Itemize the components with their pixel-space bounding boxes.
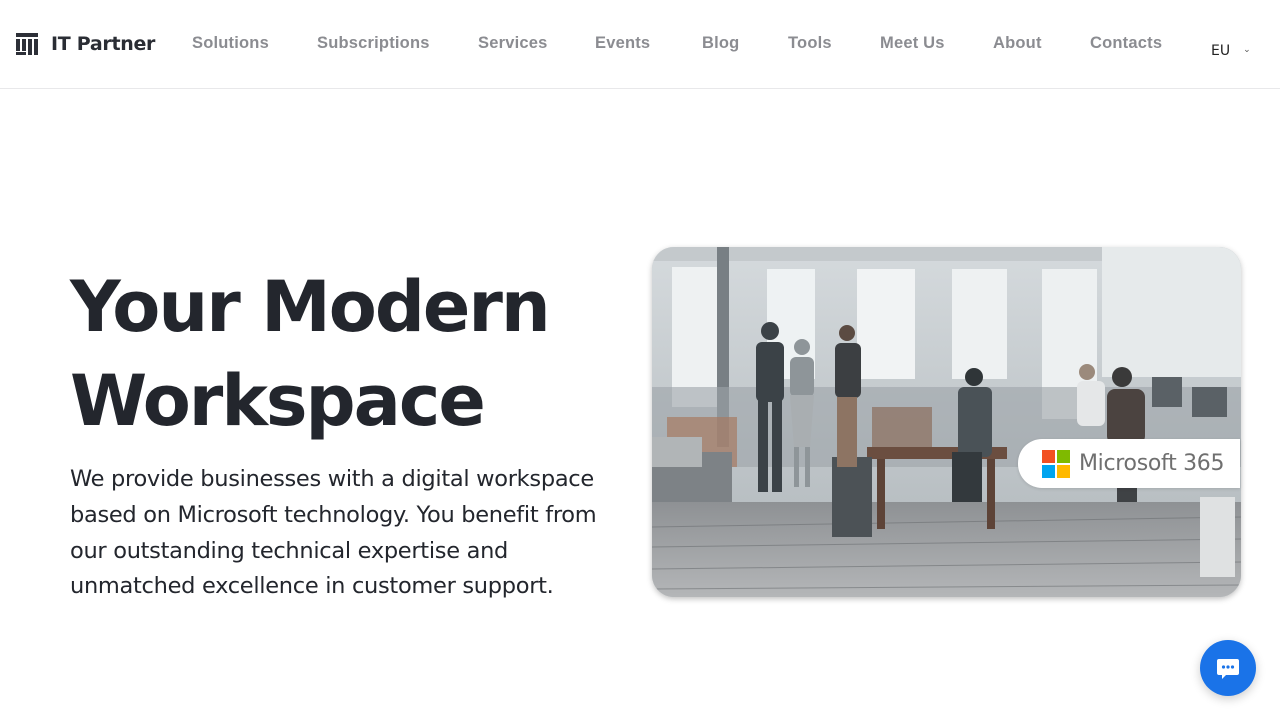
nav-item-contacts[interactable]: Contacts [1090, 34, 1162, 53]
hero-title: Your Modern Workspace [70, 260, 551, 448]
site-header: IT Partner Solutions Subscriptions Servi… [0, 0, 1280, 89]
brand-logo-link[interactable]: IT Partner [16, 33, 155, 55]
nav-item-tools[interactable]: Tools [788, 34, 832, 53]
hero-office-image [652, 247, 1241, 597]
building-columns-icon [16, 33, 38, 55]
chat-button[interactable] [1200, 640, 1256, 696]
nav-item-events[interactable]: Events [595, 34, 650, 53]
nav-item-subscriptions[interactable]: Subscriptions [317, 34, 430, 53]
hero-title-line-2: Workspace [70, 360, 486, 442]
microsoft-365-label: Microsoft 365 [1079, 451, 1225, 476]
chevron-down-icon: ⌄ [1243, 45, 1251, 55]
region-selector[interactable]: EU ⌄ [1211, 43, 1251, 59]
chat-bubble-icon [1217, 659, 1239, 679]
microsoft-365-badge: Microsoft 365 [1018, 439, 1240, 488]
brand-name: IT Partner [51, 33, 156, 55]
nav-item-solutions[interactable]: Solutions [192, 34, 269, 53]
nav-item-services[interactable]: Services [478, 34, 548, 53]
nav-item-meet-us[interactable]: Meet Us [880, 34, 945, 53]
hero-title-line-1: Your Modern [70, 266, 551, 348]
office-photo-illustration [652, 247, 1241, 597]
nav-item-blog[interactable]: Blog [702, 34, 739, 53]
microsoft-logo-icon [1042, 449, 1070, 478]
nav-item-about[interactable]: About [993, 34, 1042, 53]
region-value: EU [1211, 43, 1231, 59]
hero-description: We provide businesses with a digital wor… [70, 466, 597, 600]
